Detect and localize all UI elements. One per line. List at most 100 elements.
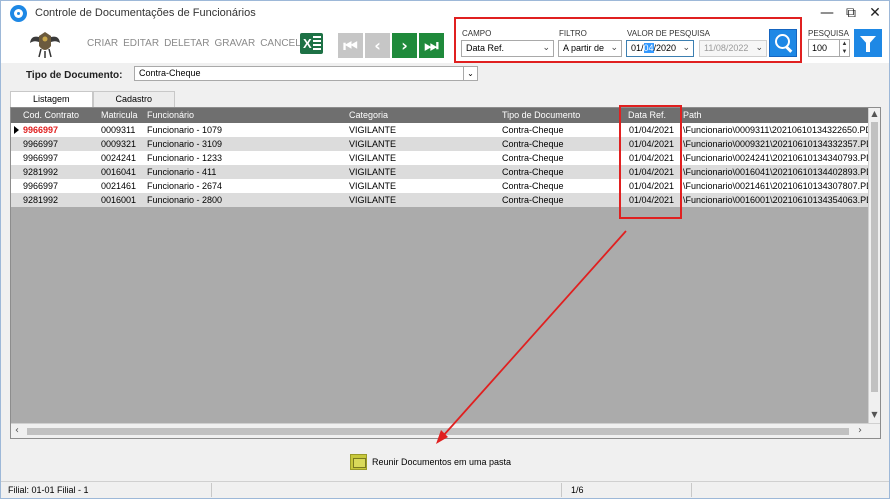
date-from-year: /2020 xyxy=(653,43,677,53)
column-header[interactable]: Path xyxy=(683,110,702,120)
table-row[interactable]: 9281992 0016001 Funcionario - 2800 VIGIL… xyxy=(11,193,868,207)
document-type-select[interactable]: Contra-Cheque ⌄ xyxy=(134,66,478,81)
column-header[interactable]: Matricula xyxy=(101,110,138,120)
cell-categoria: VIGILANTE xyxy=(349,181,397,191)
campo-select[interactable]: Data Ref. ⌄ xyxy=(461,40,554,57)
editar-button[interactable]: EDITAR xyxy=(123,38,159,49)
vertical-scroll-thumb[interactable] xyxy=(871,122,878,392)
table-row[interactable]: 9966997 0021461 Funcionario - 2674 VIGIL… xyxy=(11,179,868,193)
scroll-left-icon[interactable]: ‹ xyxy=(15,425,19,436)
vertical-scrollbar[interactable]: ▲ ▼ xyxy=(868,108,880,424)
pesquisa-limit-stepper[interactable]: 100 ▲ ▼ xyxy=(808,39,850,57)
data-ref-column-highlight xyxy=(619,105,682,219)
cell-path: \Funcionario\0024241\20210610134340793.P… xyxy=(683,153,868,163)
tab-listagem[interactable]: Listagem xyxy=(10,91,93,108)
chevron-down-icon: ⌄ xyxy=(463,67,477,80)
reunir-documentos-button[interactable]: Reunir Documentos em uma pasta xyxy=(350,454,511,470)
table-row[interactable]: 9966997 0024241 Funcionario - 1233 VIGIL… xyxy=(11,151,868,165)
cell-matricula: 0016001 xyxy=(101,195,137,205)
cell-funcionario: Funcionario - 2674 xyxy=(147,181,223,191)
table-row[interactable]: 9281992 0016041 Funcionario - 411 VIGILA… xyxy=(11,165,868,179)
status-record-count: 1/6 xyxy=(571,485,584,495)
grid-body: 9966997 0009311 Funcionario - 1079 VIGIL… xyxy=(11,123,868,423)
cell-funcionario: Funcionario - 2800 xyxy=(147,195,223,205)
close-icon[interactable]: ✕ xyxy=(865,3,885,23)
status-divider xyxy=(211,483,212,497)
cell-tipo-documento: Contra-Cheque xyxy=(502,139,564,149)
date-to-field[interactable]: 11/08/2022 ⌄ xyxy=(699,40,767,57)
cell-matricula: 0009311 xyxy=(101,125,136,135)
criar-button[interactable]: CRIAR xyxy=(87,38,118,49)
horizontal-scrollbar[interactable]: ‹ › xyxy=(11,423,880,438)
campo-value: Data Ref. xyxy=(466,43,505,53)
column-header[interactable]: Cod. Contrato xyxy=(23,110,79,120)
status-divider xyxy=(561,483,562,497)
tab-bar: Listagem Cadastro xyxy=(10,91,176,108)
cell-path: \Funcionario\0021461\20210610134307807.P… xyxy=(683,181,868,191)
deletar-button[interactable]: DELETAR xyxy=(164,38,209,49)
column-header[interactable]: Categoria xyxy=(349,110,388,120)
cell-tipo-documento: Contra-Cheque xyxy=(502,125,564,135)
stepper-arrows-icon[interactable]: ▲ ▼ xyxy=(839,40,849,56)
previous-record-button[interactable]: ‹ xyxy=(365,33,390,58)
cell-path: \Funcionario\0016001\20210610134354063.P… xyxy=(683,195,868,205)
gravar-button[interactable]: GRAVAR xyxy=(214,38,255,49)
pesquisa-label: PESQUISA xyxy=(808,29,849,38)
column-header[interactable]: Tipo de Documento xyxy=(502,110,580,120)
campo-label: CAMPO xyxy=(462,29,492,38)
minimize-icon[interactable]: — xyxy=(817,3,837,23)
first-record-button[interactable]: ⏮ xyxy=(338,33,363,58)
cell-categoria: VIGILANTE xyxy=(349,167,397,177)
window-controls: — ⧉ ✕ xyxy=(817,3,885,23)
record-navigation: ⏮ ‹ › ⏭ xyxy=(338,33,444,58)
horizontal-scroll-thumb[interactable] xyxy=(27,428,849,435)
scroll-right-icon[interactable]: › xyxy=(858,425,862,436)
cell-contrato: 9966997 xyxy=(23,139,59,149)
cell-path: \Funcionario\0016041\20210610134402893.P… xyxy=(683,167,868,177)
cell-tipo-documento: Contra-Cheque xyxy=(502,153,564,163)
table-row[interactable]: 9966997 0009321 Funcionario - 3109 VIGIL… xyxy=(11,137,868,151)
restore-icon[interactable]: ⧉ xyxy=(841,3,861,23)
last-record-button[interactable]: ⏭ xyxy=(419,33,444,58)
scroll-down-icon[interactable]: ▼ xyxy=(869,410,880,419)
chevron-down-icon: ⌄ xyxy=(610,43,618,53)
cell-tipo-documento: Contra-Cheque xyxy=(502,181,564,191)
filtro-value: A partir de xyxy=(563,43,605,53)
date-to-value: 11/08/2022 xyxy=(704,43,749,53)
records-grid: Cod. Contrato Matricula Funcionário Cate… xyxy=(10,107,881,439)
main-window: Controle de Documentações de Funcionário… xyxy=(0,0,890,499)
date-from-day: 01/ xyxy=(631,43,644,53)
crud-actions: CRIAR EDITAR DELETAR GRAVAR CANCELAR xyxy=(87,38,315,49)
chevron-down-icon: ⌄ xyxy=(542,43,550,53)
cell-categoria: VIGILANTE xyxy=(349,139,397,149)
current-row-indicator-icon xyxy=(14,126,19,134)
column-header[interactable]: Funcionário xyxy=(147,110,194,120)
cell-path: \Funcionario\0009311\20210610134322650.P… xyxy=(683,125,868,135)
filter-icon[interactable] xyxy=(854,29,882,57)
date-from-field[interactable]: 01/04/2020 ⌄ xyxy=(626,40,694,57)
date-from-month-selected: 04 xyxy=(643,43,654,53)
next-record-button[interactable]: › xyxy=(392,33,417,58)
status-bar: Filial: 01-01 Filial - 1 1/6 xyxy=(1,481,889,498)
filtro-select[interactable]: A partir de ⌄ xyxy=(558,40,622,57)
chevron-down-icon: ⌄ xyxy=(682,43,690,53)
cell-path: \Funcionario\0009321\20210610134332357.P… xyxy=(683,139,868,149)
cell-matricula: 0016041 xyxy=(101,167,137,177)
excel-export-icon[interactable]: X xyxy=(300,33,323,54)
tab-cadastro[interactable]: Cadastro xyxy=(92,91,176,107)
cell-matricula: 0009321 xyxy=(101,139,137,149)
valor-pesquisa-label: VALOR DE PESQUISA xyxy=(627,29,710,38)
table-row[interactable]: 9966997 0009311 Funcionario - 1079 VIGIL… xyxy=(11,123,868,137)
app-logo-icon xyxy=(10,5,27,22)
search-icon[interactable] xyxy=(769,29,797,57)
scroll-up-icon[interactable]: ▲ xyxy=(869,109,880,118)
document-type-value: Contra-Cheque xyxy=(139,68,201,78)
reunir-documentos-label: Reunir Documentos em uma pasta xyxy=(372,457,512,467)
cell-funcionario: Funcionario - 1233 xyxy=(147,153,223,163)
cell-matricula: 0024241 xyxy=(101,153,137,163)
window-title: Controle de Documentações de Funcionário… xyxy=(35,7,256,19)
folder-icon xyxy=(350,454,367,470)
cell-contrato: 9281992 xyxy=(23,167,59,177)
cell-matricula: 0021461 xyxy=(101,181,137,191)
cell-funcionario: Funcionario - 1079 xyxy=(147,125,223,135)
